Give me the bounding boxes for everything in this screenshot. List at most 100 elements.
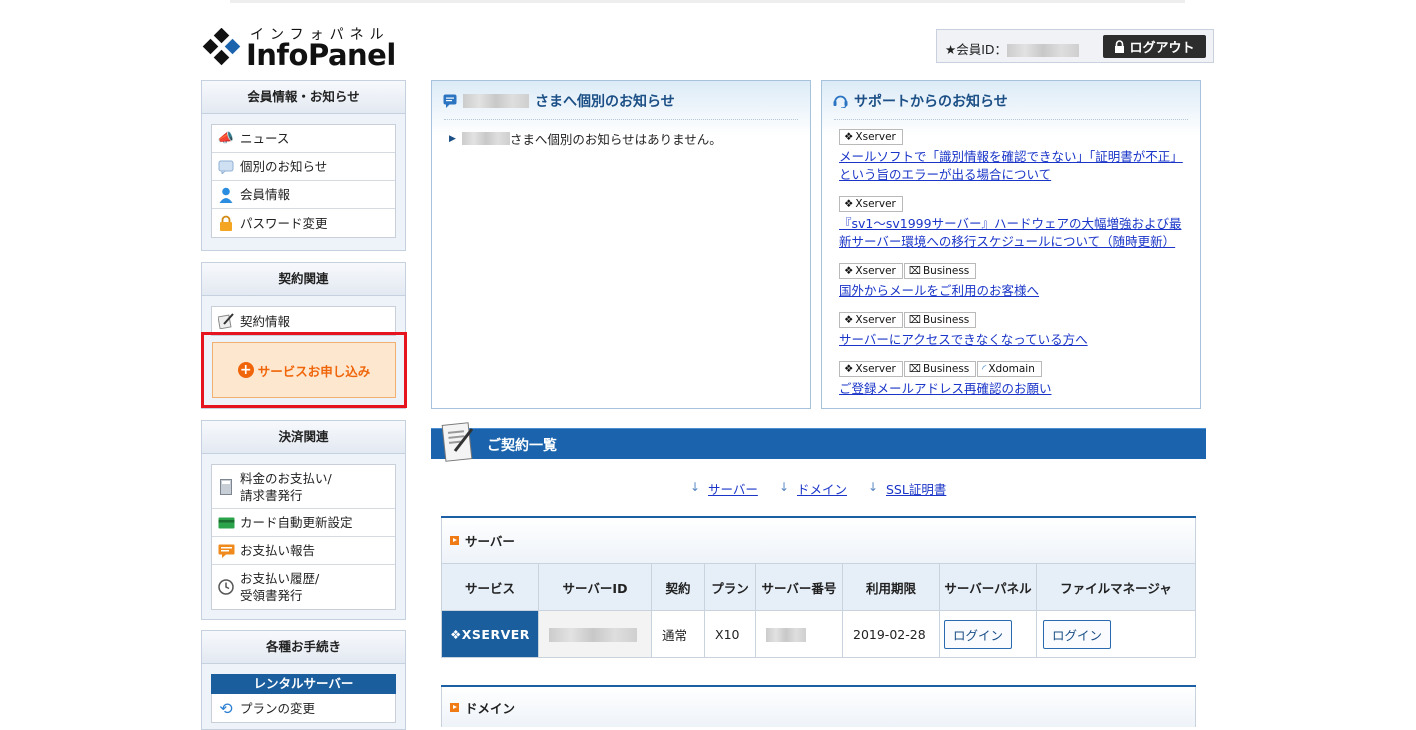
server-id-cell <box>538 610 652 658</box>
lock-icon <box>1115 40 1125 53</box>
sidebar-item-member-info[interactable]: 会員情報 <box>212 181 395 209</box>
column-header: ファイルマネージャ <box>1036 563 1196 611</box>
anchor-domain[interactable]: ドメイン <box>797 479 847 498</box>
expiry-cell: 2019-02-28 <box>842 610 940 658</box>
business-tag: ⌧ Business <box>903 312 977 328</box>
member-info-box: ★会員ID： ログアウト <box>936 29 1214 63</box>
lock-icon <box>217 214 235 232</box>
triangle-bullet-icon: ▶ <box>449 133 456 144</box>
domain-section: ドメイン <box>441 685 1196 727</box>
xserver-logo-icon: ❖ <box>844 198 854 210</box>
anchor-ssl[interactable]: SSL証明書 <box>886 479 946 498</box>
support-notice-link[interactable]: 国外からメールをご利用のお客様へ <box>839 282 1191 300</box>
server-id-masked <box>549 627 637 642</box>
contract-list-header: ご契約一覧 <box>431 428 1206 459</box>
credit-card-icon <box>217 514 235 532</box>
contract-type-cell: 通常 <box>651 610 705 658</box>
speech-bubble-icon <box>217 158 235 176</box>
xserver-logo-icon: ❖ <box>844 131 854 143</box>
xserver-tag: ❖ Xserver <box>839 361 903 377</box>
column-header: 利用期限 <box>842 563 940 611</box>
personal-notice-title: さまへ個別のお知らせ <box>443 91 675 111</box>
document-pen-icon <box>217 312 235 330</box>
server-panel-cell: ログイン <box>939 610 1037 658</box>
contract-document-icon <box>441 422 474 462</box>
clock-icon <box>217 578 235 596</box>
server-number-masked <box>766 627 806 642</box>
support-notice-title: サポートからのお知らせ <box>833 91 1008 111</box>
infopanel-logo[interactable]: インフォパネル InfoPanel <box>200 24 400 74</box>
sidebar-item-news[interactable]: 📣 ニュース <box>212 125 395 153</box>
sidebar-item-payment[interactable]: 料金のお支払い/ 請求書発行 <box>212 465 395 509</box>
arrow-down-icon: ↓ <box>690 480 701 494</box>
business-tag: ⌧ Business <box>903 361 977 377</box>
column-header: 契約 <box>651 563 705 611</box>
sidebar-item-payment-history[interactable]: お支払い履歴/ 受領書発行 <box>212 565 395 609</box>
xserver-service-cell: ❖XSERVER <box>441 610 539 658</box>
column-header: サーバーパネル <box>939 563 1037 611</box>
xserver-tag: ❖ Xserver <box>839 129 903 145</box>
file-manager-login-button[interactable]: ログイン <box>1043 619 1112 649</box>
support-notice-link[interactable]: 『sv1～sv1999サーバー』ハードウェアの大幅増強および最新サーバー環境への… <box>839 215 1191 251</box>
member-name-masked <box>461 132 510 145</box>
xserver-logo-icon: ❖ <box>844 363 854 375</box>
arrow-down-icon: ↓ <box>779 480 790 494</box>
support-notice-panel: サポートからのお知らせ ❖ Xserver メールソフトで「識別情報を確認できない… <box>821 80 1201 409</box>
sidebar-procedures-title: 各種お手続き <box>202 631 405 664</box>
headset-icon <box>833 95 848 108</box>
calculator-icon <box>217 478 235 496</box>
sidebar-item-payment-report[interactable]: お支払い報告 <box>212 537 395 565</box>
table-header-row: サービス サーバーID 契約 プラン サーバー番号 利用期限 サーバーパネル フ… <box>441 563 1196 611</box>
sidebar-item-password[interactable]: パスワード変更 <box>212 209 395 237</box>
personal-notice-empty: ▶ さまへ個別のお知らせはありません。 <box>449 132 722 147</box>
plus-circle-icon: + <box>237 362 254 378</box>
column-header: プラン <box>704 563 756 611</box>
contract-list-title: ご契約一覧 <box>487 438 557 454</box>
person-icon <box>217 186 235 204</box>
support-notice-link[interactable]: ご登録メールアドレス再確認のお願い <box>839 380 1191 398</box>
xdomain-logo-icon: ◜ <box>982 363 987 375</box>
logo-name: InfoPanel <box>246 38 396 72</box>
top-strip <box>230 0 1185 3</box>
logout-button[interactable]: ログアウト <box>1103 35 1206 58</box>
support-notice-item: ❖ Xserver ⌧ Business ◜ Xdomain ご登録メールアドレス再確… <box>839 361 1191 398</box>
sidebar-payment-panel: 決済関連 料金のお支払い/ 請求書発行 カード自動更新設定 お支払い報告 お支払… <box>201 420 406 620</box>
business-logo-icon: ⌧ <box>908 314 921 326</box>
member-id-masked <box>1007 44 1080 57</box>
business-logo-icon: ⌧ <box>908 265 921 277</box>
support-notice-link[interactable]: サーバーにアクセスできなくなっている方へ <box>839 331 1191 349</box>
column-header: サービス <box>441 563 539 611</box>
server-table: サービス サーバーID 契約 プラン サーバー番号 利用期限 サーバーパネル フ… <box>441 563 1196 658</box>
server-panel-login-button[interactable]: ログイン <box>944 619 1013 649</box>
business-logo-icon: ⌧ <box>908 363 921 375</box>
orange-square-icon <box>450 702 459 712</box>
member-name-masked <box>463 94 529 108</box>
xserver-tag: ❖ Xserver <box>839 196 903 212</box>
server-number-cell <box>755 610 843 658</box>
xserver-tag: ❖ Xserver <box>839 263 903 279</box>
logout-label: ログアウト <box>1129 41 1195 56</box>
report-icon <box>217 542 235 560</box>
highlight-box: + サービスお申し込み <box>201 332 407 408</box>
support-notice-link[interactable]: メールソフトで「識別情報を確認できない」「証明書が不正」という旨のエラーが出る場… <box>839 148 1191 184</box>
server-section: サーバー サービス サーバーID 契約 プラン サーバー番号 利用期限 サーバー… <box>441 516 1196 658</box>
anchor-server[interactable]: サーバー <box>708 479 758 498</box>
sidebar-item-plan-change[interactable]: ⟲ プランの変更 <box>212 694 395 722</box>
plan-cell: X10 <box>704 610 756 658</box>
xserver-logo-icon: ❖ <box>450 626 462 642</box>
column-header: サーバーID <box>538 563 652 611</box>
table-row: ❖XSERVER 通常 X10 2019-02-28 ログイン ログイン <box>441 610 1196 658</box>
sidebar-item-contract-info[interactable]: 契約情報 <box>212 307 395 335</box>
xdomain-tag: ◜ Xdomain <box>977 361 1042 377</box>
service-apply-button[interactable]: + サービスお申し込み <box>212 342 396 398</box>
file-manager-cell: ログイン <box>1036 610 1196 658</box>
support-notice-item: ❖ Xserver ⌧ Business サーバーにアクセスできなくなっている方へ <box>839 312 1191 349</box>
sidebar-item-personal-notice[interactable]: 個別のお知らせ <box>212 153 395 181</box>
rental-server-heading: レンタルサーバー <box>211 674 396 694</box>
member-id-label: ★会員ID： <box>945 42 1008 57</box>
business-tag: ⌧ Business <box>903 263 977 279</box>
sidebar-item-card-renewal[interactable]: カード自動更新設定 <box>212 509 395 537</box>
arrow-down-icon: ↓ <box>868 480 879 494</box>
speech-bubble-icon <box>443 94 457 108</box>
sidebar-member-title: 会員情報・お知らせ <box>202 81 405 114</box>
